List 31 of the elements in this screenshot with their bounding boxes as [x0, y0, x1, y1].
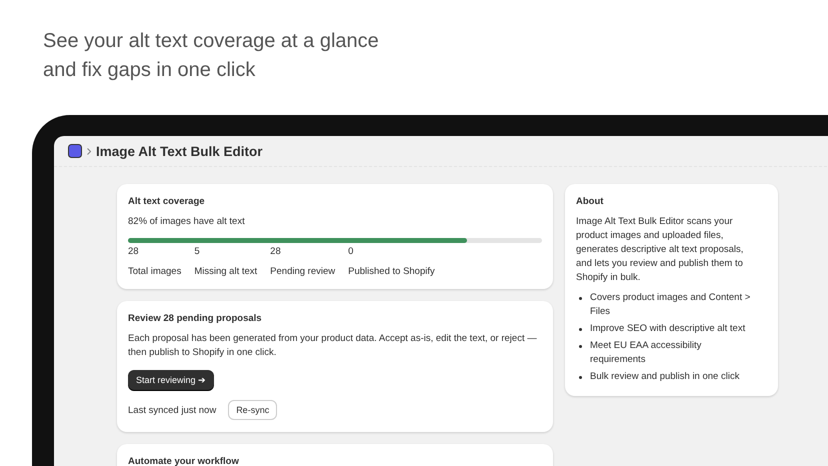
sync-status: Last synced just now: [128, 404, 216, 416]
bullet-icon: [579, 328, 582, 331]
card-title: Review 28 pending proposals: [128, 313, 263, 324]
app-title: Image Alt Text Bulk Editor: [96, 144, 263, 158]
stat-label: Pending review: [270, 266, 336, 277]
bullet-text: Meet EU EAA accessibility requirements: [590, 339, 702, 367]
headline: and fix gaps in one click: [43, 58, 256, 83]
stat-value: 5: [194, 246, 201, 257]
start-reviewing-button[interactable]: Start reviewing ➔: [128, 370, 214, 390]
stat-value: 28: [270, 246, 282, 257]
bullet-icon: [579, 345, 582, 348]
bullet-icon: [579, 297, 582, 300]
chevron-icon: [87, 148, 91, 154]
bullet-text: Covers product images and Content > Files: [590, 291, 752, 319]
app-icon: [68, 144, 82, 158]
bullet-text: Improve SEO with descriptive alt text: [590, 322, 746, 336]
about-text: Image Alt Text Bulk Editor scans your product images and uploaded files, generates descriptive alt text proposals, and lets you review and publish them to Shopify in bulk.: [576, 215, 744, 285]
coverage-summary: 82% of images have alt text: [128, 215, 246, 229]
stat-label: Published to Shopify: [348, 266, 435, 277]
bullet-text: Bulk review and publish in one click: [590, 370, 740, 384]
resync-button[interactable]: Re-sync: [228, 400, 278, 420]
stat-value: 28: [128, 246, 140, 257]
stat-label: Missing alt text: [194, 266, 258, 277]
card-title: About: [576, 196, 604, 207]
stat-label: Total images: [128, 266, 182, 277]
bullet-icon: [579, 376, 582, 379]
card-title: Alt text coverage: [128, 196, 206, 207]
headline: See your alt text coverage at a glance: [43, 29, 380, 54]
stat-value: 0: [348, 246, 354, 257]
review-description: Each proposal has been generated from your product data. Accept as-is, edit the text, or reject — then publish to Shopify in one click.: [128, 332, 538, 360]
card-title: Automate your workflow: [128, 456, 240, 466]
